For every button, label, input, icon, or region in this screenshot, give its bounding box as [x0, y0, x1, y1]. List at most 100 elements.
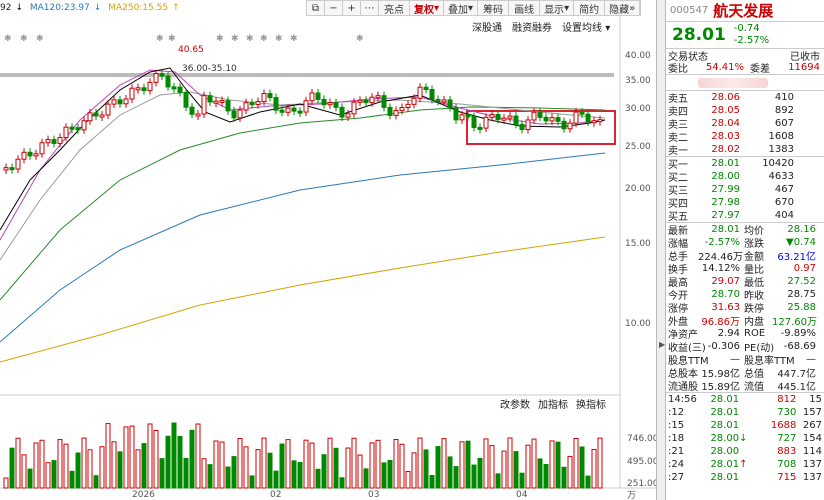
- candle-body: [363, 99, 369, 104]
- volume-bar: [309, 442, 315, 489]
- y-tick-label: 15.00: [625, 239, 651, 249]
- tick-volume: 883: [777, 446, 797, 457]
- volume-bar: [285, 439, 291, 489]
- candle-body: [285, 107, 291, 113]
- x-label: 2026: [132, 490, 155, 500]
- book-price: 27.98: [711, 197, 740, 208]
- candle-body: [117, 99, 123, 105]
- tick-row[interactable]: 14:56 28.01 812 15: [666, 393, 824, 406]
- book-volume: 410: [774, 92, 794, 103]
- book-volume: 670: [774, 197, 794, 208]
- tick-row[interactable]: :18 28.00 ↓ 727 154: [666, 432, 824, 445]
- book-volume: 607: [774, 118, 794, 129]
- volume-bar: [33, 442, 39, 489]
- tick-row[interactable]: :21 28.00 883 114: [666, 445, 824, 458]
- candle-body: [567, 122, 573, 130]
- candle-body: [141, 87, 147, 92]
- book-volume: 467: [774, 184, 794, 195]
- stat-value: 224.46万: [698, 252, 743, 263]
- volume-bar: [411, 452, 417, 489]
- book-label: 买五: [668, 212, 688, 223]
- tick-row[interactable]: :15 28.01 1688 267: [666, 419, 824, 432]
- candle-body: [483, 116, 489, 129]
- candle-body: [213, 100, 219, 104]
- collapse-icon[interactable]: ▶: [659, 340, 665, 349]
- stat-value: -2.57%: [704, 237, 740, 248]
- candle-body: [357, 99, 363, 103]
- volume-bar: [495, 473, 501, 489]
- ratio-label: 委比: [668, 64, 688, 75]
- tick-volume: 1688: [770, 420, 797, 431]
- volume-bar: [423, 449, 429, 489]
- volume-bar: [405, 471, 411, 489]
- stat-value: 28.16: [787, 224, 816, 235]
- book-volume: 1608: [768, 131, 794, 142]
- volume-bar: [213, 440, 219, 489]
- stat-value: 2.94: [717, 328, 740, 339]
- kline-chart-area[interactable]: 92 ↓ MA120:23.97 ↓ MA250:15.55 ↑ ⧉ − + ⋯ 亮点…: [0, 0, 656, 500]
- volume-bar: [39, 439, 45, 489]
- candle-body: [105, 103, 111, 116]
- stat-value: 15.89亿: [701, 382, 740, 393]
- book-volume: 892: [774, 105, 794, 116]
- volume-bar: [351, 437, 357, 489]
- volume-bar: [45, 462, 51, 489]
- volume-bar: [465, 440, 471, 489]
- book-price: 28.03: [711, 131, 740, 142]
- panel-splitter[interactable]: ▶: [656, 0, 666, 500]
- tick-time: :24: [668, 459, 685, 470]
- volume-bar: [519, 472, 525, 489]
- order-book-row[interactable]: 卖一 28.02 1383: [666, 143, 824, 157]
- candle-body: [597, 119, 603, 123]
- blurred-ad: [666, 74, 824, 90]
- tick-row[interactable]: :27 28.01 715 137: [666, 471, 824, 484]
- volume-bar: [3, 477, 9, 489]
- swap-indicator-button[interactable]: 换指标: [576, 396, 606, 411]
- volume-bar: [453, 466, 459, 489]
- change-block: -0.74 -2.57%: [734, 23, 769, 47]
- tick-row[interactable]: :24 28.01 ↑ 708 137: [666, 458, 824, 471]
- tick-count: 137: [802, 459, 822, 470]
- candle-body: [57, 137, 63, 144]
- candle-body: [237, 109, 243, 119]
- volume-bar: [207, 464, 213, 489]
- edit-params-button[interactable]: 改参数: [500, 396, 530, 411]
- stock-name[interactable]: 航天发展: [713, 0, 773, 21]
- ma-line: [0, 106, 606, 301]
- tick-list[interactable]: 14:56 28.01 812 15:12 28.01 730 157:15 28.01 168…: [666, 392, 824, 484]
- volume-bar: [591, 448, 597, 489]
- volume-bar: [159, 458, 165, 489]
- tick-row[interactable]: :12 28.01 730 157: [666, 406, 824, 419]
- stats-row: 流通股 15.89亿 流值 445.1亿: [666, 379, 824, 393]
- stat-value: 31.63: [711, 302, 740, 313]
- volume-bar: [375, 439, 381, 489]
- tick-time: :12: [668, 407, 685, 418]
- vol-tick-label: 251.00: [627, 479, 656, 489]
- candle-body: [489, 113, 495, 118]
- volume-bar: [369, 442, 375, 489]
- last-price: 28.01: [672, 25, 726, 45]
- volume-bar: [147, 423, 153, 489]
- tick-count: 15: [809, 394, 822, 405]
- tick-price: 28.01: [710, 472, 740, 483]
- vol-tick-label: 746.00: [627, 434, 656, 444]
- tick-volume: 730: [777, 407, 797, 418]
- candle-body: [465, 114, 471, 118]
- candle-body: [75, 127, 81, 131]
- tick-count: 267: [802, 420, 822, 431]
- stat-value: ▼0.74: [786, 237, 816, 248]
- stat-value: —: [730, 354, 740, 365]
- candle-body: [63, 126, 69, 139]
- price-volume-svg: 40.65 36.00-35.10 40.00 35.00 30.00 25.00 20…: [0, 16, 656, 500]
- candle-body: [303, 100, 309, 113]
- add-indicator-button[interactable]: 加指标: [538, 396, 568, 411]
- volume-bar: [345, 447, 351, 489]
- stat-value: -68.69: [783, 341, 816, 352]
- y-tick-label: 10.00: [625, 319, 651, 329]
- candle-body: [279, 109, 285, 113]
- ratio-row: 委比 54.41% 委差 11694: [666, 61, 824, 75]
- candle-body: [147, 81, 153, 92]
- volume-bar: [501, 450, 507, 489]
- order-book-row[interactable]: 买五 27.97 404: [666, 209, 824, 223]
- tick-price: 28.01: [710, 420, 740, 431]
